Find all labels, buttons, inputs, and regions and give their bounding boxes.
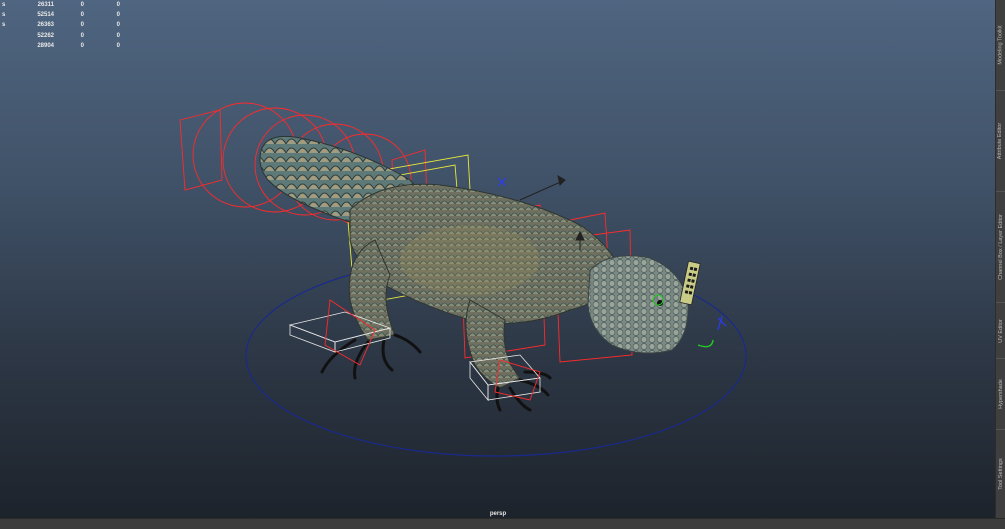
hud-value: 0 [80,22,84,29]
tab-tool-settings[interactable]: Tool Settings [996,430,1005,519]
hud-value: 26311 [37,2,54,8]
viewport-panel[interactable]: s 26311 0 0 s 52514 0 0 s 26363 0 0 5226… [0,0,996,518]
hud-value: 0 [116,2,120,8]
hud-value: 0 [80,2,84,8]
tab-channel-box[interactable]: Channel Box / Layer Editor [996,192,1005,303]
scene-3d-view[interactable] [0,0,996,518]
camera-name-label: persp [489,511,507,517]
hud-row: 52262 0 0 [0,31,120,41]
hud-label: s [2,2,6,8]
hud-value: 0 [116,42,120,49]
poly-count-hud: s 26311 0 0 s 52514 0 0 s 26363 0 0 5226… [0,0,120,51]
hud-value: 52262 [37,32,54,39]
hud-value: 0 [80,42,84,49]
right-panel-tab-strip: Modeling Toolkit Attribute Editor Channe… [995,0,1005,519]
tab-modeling-toolkit[interactable]: Modeling Toolkit [996,0,1005,91]
hud-label: s [2,22,6,29]
hud-label [0,31,16,41]
hud-value: 0 [116,12,120,19]
hud-value: 26363 [37,22,54,29]
tab-label: Tool Settings [997,458,1004,490]
hud-value: 52514 [37,12,54,19]
tab-attribute-editor[interactable]: Attribute Editor [996,91,1005,192]
tab-label: Channel Box / Layer Editor [997,214,1004,280]
hud-label [0,41,16,51]
hud-row: 28904 0 0 [0,41,120,51]
hud-label: s [2,12,6,19]
hud-value: 0 [80,32,84,39]
hud-value: 0 [116,22,120,29]
lizard-body[interactable] [349,183,621,324]
tab-label: Modeling Toolkit [997,25,1004,65]
head-attr-control[interactable] [679,260,701,306]
tab-label: Hypershade [997,379,1004,409]
tab-label: Attribute Editor [997,122,1004,160]
hud-row: s 52514 0 0 [0,10,120,20]
tab-hypershade[interactable]: Hypershade [996,359,1005,430]
bottom-status-bar [0,518,1005,529]
hud-value: 0 [80,12,84,19]
tab-uv-editor[interactable]: UV Editor [996,303,1005,359]
hud-value: 28904 [37,42,54,49]
tab-label: UV Editor [997,318,1004,343]
hud-value: 0 [116,32,120,39]
hud-row: s 26311 0 0 [0,0,120,10]
hud-row: s 26363 0 0 [0,20,120,30]
